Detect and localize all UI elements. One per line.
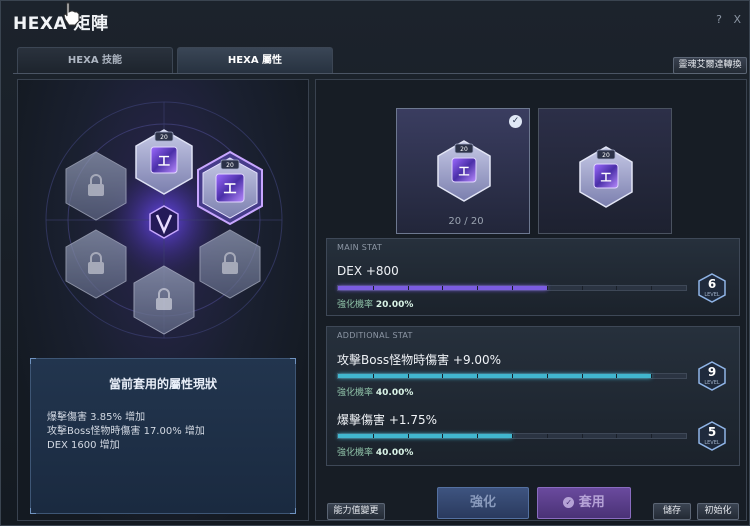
additional-stat-1-rate: 強化機率 40.00%: [337, 388, 414, 398]
slot-level-label: 20: [160, 134, 168, 141]
tab-hexa-skill[interactable]: HEXA 技能: [17, 47, 173, 73]
svg-text:工: 工: [223, 182, 236, 197]
attribute-panel: ✓ 工 20 工 20 20 / 20 MAIN STAT DEX +800 強…: [315, 79, 747, 521]
slot-level-label: 20: [226, 162, 234, 169]
svg-text:工: 工: [601, 171, 612, 184]
reset-button[interactable]: 初始化: [697, 503, 739, 520]
save-button[interactable]: 儲存: [653, 503, 691, 520]
additional-stat-2-rate: 強化機率 40.00%: [337, 448, 414, 458]
additional-stat-block: ADDITIONAL STAT 攻擊Boss怪物時傷害 +9.00% 強化機率 …: [326, 326, 740, 466]
additional-stat-1-progress: [337, 373, 687, 379]
hand-cursor-icon: [63, 2, 80, 26]
main-stat-level-badge: 6 LEVEL: [697, 273, 727, 303]
svg-text:工: 工: [459, 165, 470, 178]
tab-bar: HEXA 技能 HEXA 屬性: [17, 47, 333, 73]
svg-text:工: 工: [158, 154, 170, 168]
main-stat-label: MAIN STAT: [337, 243, 383, 252]
help-button[interactable]: ?: [716, 13, 722, 26]
card-gem-graphic: 工 20: [579, 146, 633, 208]
additional-stat-2-progress: [337, 433, 687, 439]
additional-stat-1-text: 攻擊Boss怪物時傷害 +9.00%: [337, 353, 502, 367]
current-status-box: 當前套用的屬性現狀 爆擊傷害 3.85% 增加 攻擊Boss怪物時傷害 17.0…: [30, 358, 296, 514]
check-circle-icon: ✓: [563, 497, 575, 508]
card-level-label: 20: [602, 152, 610, 159]
card-level-label: 20: [460, 146, 468, 153]
main-stat-text: DEX +800: [337, 264, 399, 278]
window-controls: ? X: [708, 13, 741, 26]
additional-stat-2-level-badge: 5 LEVEL: [697, 421, 727, 451]
center-emblem-icon: [149, 205, 179, 239]
card-count: 20 / 20: [448, 216, 484, 227]
close-button[interactable]: X: [733, 13, 741, 26]
attribute-card-2[interactable]: 工 20: [538, 108, 672, 234]
status-lines: 爆擊傷害 3.85% 增加 攻擊Boss怪物時傷害 17.00% 增加 DEX …: [47, 411, 205, 453]
apply-button[interactable]: ✓ 套用: [537, 487, 631, 519]
additional-stat-1-level-badge: 9 LEVEL: [697, 361, 727, 391]
tab-hexa-stat[interactable]: HEXA 屬性: [177, 47, 333, 73]
soul-erda-convert-button[interactable]: 靈魂艾爾達轉換: [673, 57, 747, 74]
hexa-matrix-window: HEXA 矩陣 ? X HEXA 技能 HEXA 屬性 靈魂艾爾達轉換 工 20…: [0, 0, 750, 526]
main-stat-rate: 強化機率 20.00%: [337, 300, 414, 310]
change-ability-button[interactable]: 能力值變更: [327, 503, 385, 520]
status-line: 爆擊傷害 3.85% 增加: [47, 412, 146, 423]
additional-stat-label: ADDITIONAL STAT: [337, 331, 413, 340]
matrix-panel: 工 20 工 20 當前套用的屬性現狀 爆擊傷害 3.85% 增加 攻擊Boss…: [17, 79, 309, 521]
additional-stat-2-text: 爆擊傷害 +1.75%: [337, 413, 437, 427]
tab-divider: [13, 73, 739, 74]
status-line: DEX 1600 增加: [47, 440, 120, 451]
matrix-diagram: 工 20 工 20: [45, 101, 283, 339]
status-title: 當前套用的屬性現狀: [108, 377, 217, 391]
main-stat-progress: [337, 285, 687, 291]
enhance-button[interactable]: 強化: [437, 487, 529, 519]
status-line: 攻擊Boss怪物時傷害 17.00% 增加: [47, 426, 205, 437]
main-stat-block: MAIN STAT DEX +800 強化機率 20.00% 6 LEVEL: [326, 238, 740, 316]
